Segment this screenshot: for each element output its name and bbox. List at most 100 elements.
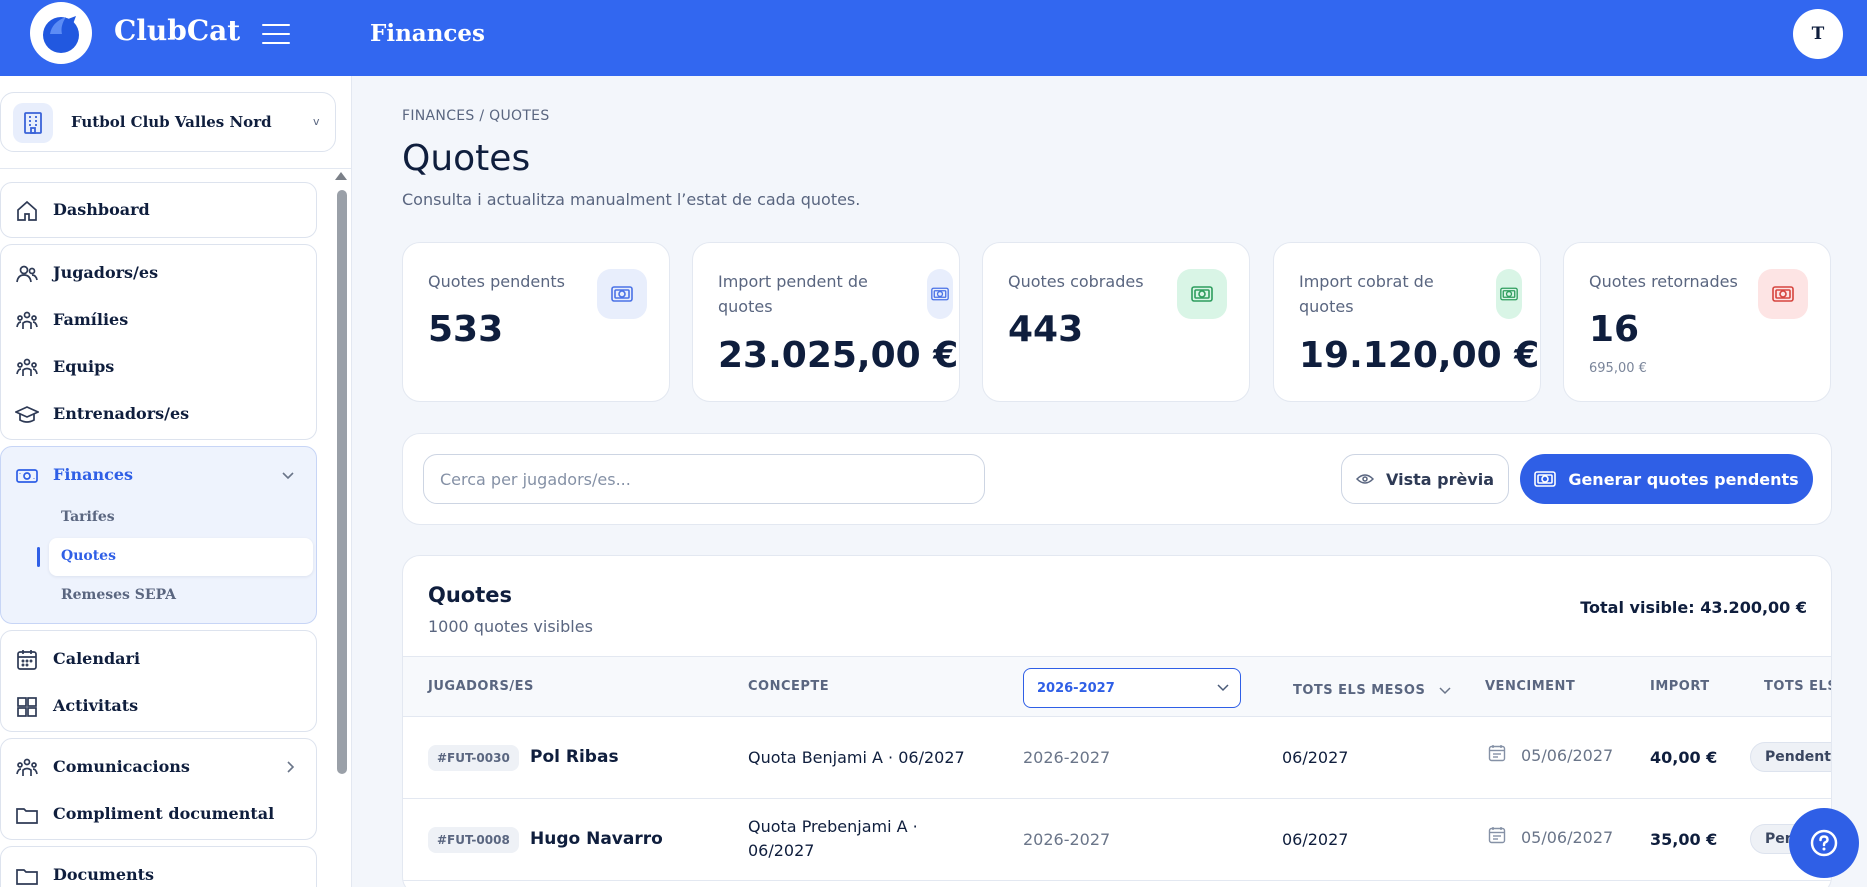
stat-extra: 695,00 € (1589, 361, 1647, 376)
status-filter-select[interactable]: TOTS ELS E (1764, 679, 1831, 694)
player-code-badge: #FUT-0008 (428, 827, 519, 853)
building-icon (13, 103, 53, 143)
column-player[interactable]: JUGADORS/ES (428, 679, 534, 694)
nav-group-planning: Calendari Activitats (0, 630, 317, 732)
menu-toggle-icon[interactable] (262, 24, 290, 46)
search-input[interactable] (423, 454, 985, 504)
months-filter-select[interactable]: TOTS ELS MESOS (1293, 679, 1452, 698)
sidebar-item-label: Jugadors/es (53, 263, 159, 282)
sidebar-scrollbar[interactable] (337, 190, 347, 774)
preview-button-label: Vista prèvia (1385, 469, 1495, 489)
chevron-down-icon (1439, 686, 1451, 694)
chevron-right-icon (287, 761, 295, 773)
sidebar-item-teams[interactable]: Equips (1, 347, 318, 387)
stat-label: Import pendent de quotes (718, 272, 868, 316)
table-row[interactable]: #FUT-0008 Hugo Navarro Quota Prebenjami … (403, 799, 1831, 881)
sidebar-item-communications[interactable]: Comunicacions (1, 747, 318, 787)
sidebar-item-label: Equips (53, 357, 115, 376)
status-badge[interactable]: Pendent (1750, 742, 1831, 772)
chevron-down-icon: v (313, 115, 320, 128)
sidebar-item-activities[interactable]: Activitats (1, 686, 318, 726)
banknote-icon (927, 269, 953, 319)
user-avatar[interactable]: T (1793, 9, 1843, 59)
fee-amount: 40,00 € (1650, 748, 1718, 767)
sidebar-item-calendar[interactable]: Calendari (1, 639, 318, 679)
banknote-icon (1534, 471, 1557, 487)
logo[interactable] (30, 2, 92, 64)
sidebar-item-dashboard[interactable]: Dashboard (1, 190, 318, 230)
sidebar-item-fees[interactable]: Quotes (49, 538, 313, 576)
table-row[interactable]: #FUT-0030 Pol Ribas Quota Benjami A · 06… (403, 717, 1831, 799)
sidebar-item-label: Documents (53, 865, 155, 884)
toolbar-card: Vista prèvia Generar quotes pendents (402, 433, 1832, 525)
season-filter-select[interactable]: 2026-2027 (1023, 668, 1241, 708)
sidebar-item-players[interactable]: Jugadors/es (1, 253, 318, 293)
chevron-down-icon (282, 472, 294, 480)
club-selector[interactable]: Futbol Club Valles Nord v (0, 92, 336, 152)
eye-icon (1355, 474, 1374, 484)
months-filter-value: TOTS ELS MESOS (1293, 683, 1426, 698)
fee-concept: Quota Benjami A · 06/2027 (748, 748, 965, 767)
sidebar-item-families[interactable]: Famílies (1, 300, 318, 340)
table-header: JUGADORS/ES CONCEPTE 2026-2027 TOTS ELS … (403, 656, 1831, 717)
active-marker (37, 547, 40, 567)
fee-due-date: 05/06/2027 (1521, 828, 1614, 847)
money-icon (16, 469, 38, 483)
player-name[interactable]: Hugo Navarro (530, 829, 663, 849)
generate-fees-button[interactable]: Generar quotes pendents (1520, 454, 1813, 504)
stat-card-pending-amount: Import pendent de quotes 23.025,00 € (692, 242, 960, 402)
fees-table-card: Quotes 1000 quotes visibles Total visibl… (402, 555, 1832, 887)
sidebar-subitem-label: Tarifes (61, 509, 115, 525)
stat-label: Quotes pendents (428, 272, 565, 291)
stat-card-paid-amount: Import cobrat de quotes 19.120,00 € (1273, 242, 1541, 402)
nav-group-docs: Documents (0, 846, 317, 887)
scroll-up-arrow[interactable] (335, 172, 347, 180)
column-amount[interactable]: IMPORT (1650, 679, 1710, 694)
nav-group-people: Jugadors/es Famílies Equips Entrenadors/… (0, 244, 317, 440)
sidebar-item-label: Finances (53, 465, 133, 484)
column-concept[interactable]: CONCEPTE (748, 679, 829, 694)
stat-value: 533 (428, 309, 504, 350)
fee-month: 06/2027 (1282, 748, 1349, 767)
stat-value: 19.120,00 € (1299, 335, 1540, 376)
preview-button[interactable]: Vista prèvia (1341, 454, 1509, 504)
family-icon (16, 311, 38, 329)
player-name[interactable]: Pol Ribas (530, 747, 619, 767)
folder-icon (16, 808, 38, 824)
stat-value: 23.025,00 € (718, 335, 959, 376)
sidebar-item-label: Famílies (53, 310, 129, 329)
sidebar-subitem-label: Quotes (61, 548, 116, 564)
stat-card-paid-count: Quotes cobrades 443 (982, 242, 1250, 402)
banknote-icon (1177, 269, 1227, 319)
sidebar-item-documents[interactable]: Documents (1, 855, 318, 887)
divider (0, 168, 351, 169)
fee-due-date: 05/06/2027 (1521, 746, 1614, 765)
help-button[interactable] (1789, 808, 1859, 878)
nav-group-comms: Comunicacions Compliment documental (0, 738, 317, 840)
sidebar-item-rates[interactable]: Tarifes (49, 499, 313, 537)
banknote-icon (1496, 269, 1522, 319)
nav-group-finances: Finances Tarifes Quotes Remeses SEPA (0, 446, 317, 624)
sidebar-item-sepa[interactable]: Remeses SEPA (49, 577, 313, 615)
question-icon (1810, 829, 1838, 857)
brand-name: ClubCat (114, 14, 241, 47)
stat-label: Quotes cobrades (1008, 272, 1144, 291)
calendar-icon (17, 650, 37, 670)
calendar-icon (1488, 827, 1506, 844)
sidebar-item-finances[interactable]: Finances (1, 455, 318, 495)
page-title: Quotes (402, 138, 531, 179)
chevron-down-icon (1217, 684, 1229, 692)
page-subtitle: Consulta i actualitza manualment l’estat… (402, 190, 861, 209)
table-subtitle: 1000 quotes visibles (428, 617, 593, 636)
users-icon (16, 265, 38, 283)
stat-value: 443 (1008, 309, 1084, 350)
generate-button-label: Generar quotes pendents (1568, 469, 1799, 489)
column-due-date[interactable]: VENCIMENT (1485, 679, 1575, 694)
sidebar-item-compliance[interactable]: Compliment documental (1, 794, 318, 834)
sidebar-item-coaches[interactable]: Entrenadors/es (1, 394, 318, 434)
table-total: Total visible: 43.200,00 € (1580, 598, 1807, 617)
sidebar-item-label: Activitats (53, 696, 139, 715)
folder-icon (16, 869, 38, 885)
fee-month: 06/2027 (1282, 830, 1349, 849)
top-bar: ClubCat Finances T (0, 0, 1867, 76)
